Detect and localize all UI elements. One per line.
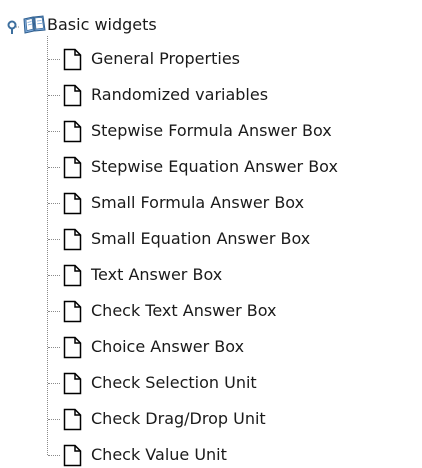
tree-item-randomized-variables[interactable]: Randomized variables <box>47 77 417 113</box>
document-icon <box>63 156 82 179</box>
tree-item-label: Check Drag/Drop Unit <box>91 409 266 428</box>
tree-branch-line <box>48 347 60 348</box>
document-icon <box>63 444 82 467</box>
tree-item-label: Stepwise Equation Answer Box <box>91 157 338 176</box>
tree-item-check-drag-drop-unit[interactable]: Check Drag/Drop Unit <box>47 401 417 437</box>
tree-item-label: General Properties <box>91 49 240 68</box>
tree-item-text-answer-box[interactable]: Text Answer Box <box>47 257 417 293</box>
tree-item-check-value-unit[interactable]: Check Value Unit <box>47 437 417 468</box>
tree-branch-line <box>48 455 60 456</box>
tree-item-general-properties[interactable]: General Properties <box>47 41 417 77</box>
tree-item-label: Stepwise Formula Answer Box <box>91 121 332 140</box>
tree-item-label: Text Answer Box <box>91 265 223 284</box>
tree-branch-line <box>48 275 60 276</box>
tree-item-check-text-answer-box[interactable]: Check Text Answer Box <box>47 293 417 329</box>
tree-item-label: Small Equation Answer Box <box>91 229 311 248</box>
document-icon <box>63 300 82 323</box>
document-icon <box>63 120 82 143</box>
tree-item-label: Randomized variables <box>91 85 269 104</box>
document-icon <box>63 336 82 359</box>
tree-item-small-formula-answer-box[interactable]: Small Formula Answer Box <box>47 185 417 221</box>
document-icon <box>63 192 82 215</box>
document-icon <box>63 48 82 71</box>
tree-item-label: Small Formula Answer Box <box>91 193 305 212</box>
tree-branch-line <box>48 383 60 384</box>
tree-item-choice-answer-box[interactable]: Choice Answer Box <box>47 329 417 365</box>
tree-root-label[interactable]: Basic widgets <box>47 14 157 36</box>
tree-view: Basic widgets General Properties Randomi… <box>0 0 422 468</box>
tree-item-small-equation-answer-box[interactable]: Small Equation Answer Box <box>47 221 417 257</box>
open-book-icon <box>22 15 46 35</box>
tree-item-label: Check Selection Unit <box>91 373 257 392</box>
document-icon <box>63 264 82 287</box>
tree-item-stepwise-formula-answer-box[interactable]: Stepwise Formula Answer Box <box>47 113 417 149</box>
document-icon <box>63 84 82 107</box>
tree-branch-line <box>48 167 60 168</box>
tree-item-label: Check Text Answer Box <box>91 301 277 320</box>
collapse-handle-icon[interactable] <box>5 19 19 34</box>
document-icon <box>63 408 82 431</box>
tree-branch-line <box>48 131 60 132</box>
tree-branch-line <box>48 203 60 204</box>
tree-branch-line <box>48 59 60 60</box>
tree-item-stepwise-equation-answer-box[interactable]: Stepwise Equation Answer Box <box>47 149 417 185</box>
tree-item-check-selection-unit[interactable]: Check Selection Unit <box>47 365 417 401</box>
tree-branch-line <box>48 95 60 96</box>
tree-branch-line <box>48 419 60 420</box>
tree-branch-line <box>48 311 60 312</box>
tree-branch-line <box>48 239 60 240</box>
tree-item-label: Check Value Unit <box>91 445 227 464</box>
document-icon <box>63 228 82 251</box>
tree-item-label: Choice Answer Box <box>91 337 245 356</box>
document-icon <box>63 372 82 395</box>
